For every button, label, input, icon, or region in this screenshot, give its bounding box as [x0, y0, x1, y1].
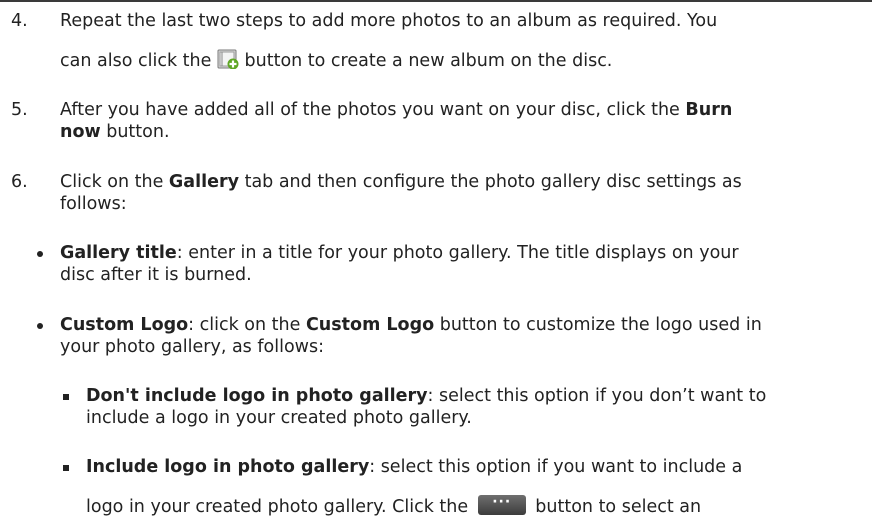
- step-5-line-2: now button.: [60, 122, 170, 143]
- step-5-bold-burn: Burn: [685, 100, 733, 120]
- top-rule: [0, 0, 872, 2]
- step-4-line-1: Repeat the last two steps to add more ph…: [60, 11, 718, 31]
- step-4-text-a: can also click the: [60, 51, 212, 71]
- bullet-bold-custom-logo-2: Custom Logo: [305, 315, 435, 335]
- bullet-custom-logo-line-2: your photo gallery, as follows:: [60, 337, 324, 357]
- new-album-icon: [217, 49, 239, 75]
- subbullet-text: : select this option if you don’t want t…: [427, 386, 767, 406]
- bullet-dot: [37, 323, 43, 329]
- step-6-text-b: tab and then configure the photo gallery…: [244, 172, 742, 192]
- subbullet-dont-include-line-1: Don't include logo in photo gallery: sel…: [86, 386, 766, 407]
- bullet-gallery-title-line-2: disc after it is burned.: [60, 265, 252, 285]
- subbullet-bold-include: Include logo in photo gallery: [86, 457, 370, 477]
- step-6-line-1: Click on the Gallery tab and then config…: [60, 172, 742, 193]
- bullet-text: : click on the: [188, 315, 301, 335]
- bullet-bold-custom-logo: Custom Logo: [60, 315, 189, 335]
- bullet-bold-gallery-title: Gallery title: [60, 243, 177, 263]
- step-6-text-a: Click on the: [60, 172, 164, 192]
- more-options-icon: ···: [477, 494, 526, 515]
- bullet-gallery-title-line-1: Gallery title: enter in a title for your…: [60, 243, 739, 264]
- subbullet-text: : select this option if you want to incl…: [369, 457, 743, 477]
- step-4-line-2: can also click the button to create a ne…: [60, 49, 612, 75]
- bullet-dot: [37, 251, 43, 257]
- step-number: 5.: [11, 100, 28, 120]
- sub-bullet-square: [63, 394, 69, 400]
- bullet-text: button to customize the logo used in: [439, 315, 762, 335]
- subbullet-bold-dont-include: Don't include logo in photo gallery: [86, 386, 428, 406]
- subbullet-text: button to select an: [535, 497, 702, 517]
- step-5-text-b: button.: [106, 122, 170, 142]
- step-6-line-2: follows:: [60, 194, 127, 214]
- step-5-text-a: After you have added all of the photos y…: [60, 100, 680, 120]
- step-5-bold-now: now: [60, 122, 101, 142]
- bullet-custom-logo-line-1: Custom Logo: click on the Custom Logo bu…: [60, 315, 762, 336]
- subbullet-include-line-1: Include logo in photo gallery: select th…: [86, 457, 742, 478]
- subbullet-include-line-2: logo in your created photo gallery. Clic…: [86, 494, 702, 518]
- subbullet-text: logo in your created photo gallery. Clic…: [86, 497, 469, 517]
- step-6-bold-gallery: Gallery: [168, 172, 239, 192]
- bullet-text: : enter in a title for your photo galler…: [176, 243, 739, 263]
- subbullet-dont-include-line-2: include a logo in your created photo gal…: [86, 408, 472, 428]
- step-number: 4.: [11, 11, 28, 31]
- step-4-text-b: button to create a new album on the disc…: [244, 51, 613, 71]
- sub-bullet-square: [63, 465, 69, 471]
- step-number: 6.: [11, 172, 28, 192]
- step-5-line-1: After you have added all of the photos y…: [60, 100, 732, 121]
